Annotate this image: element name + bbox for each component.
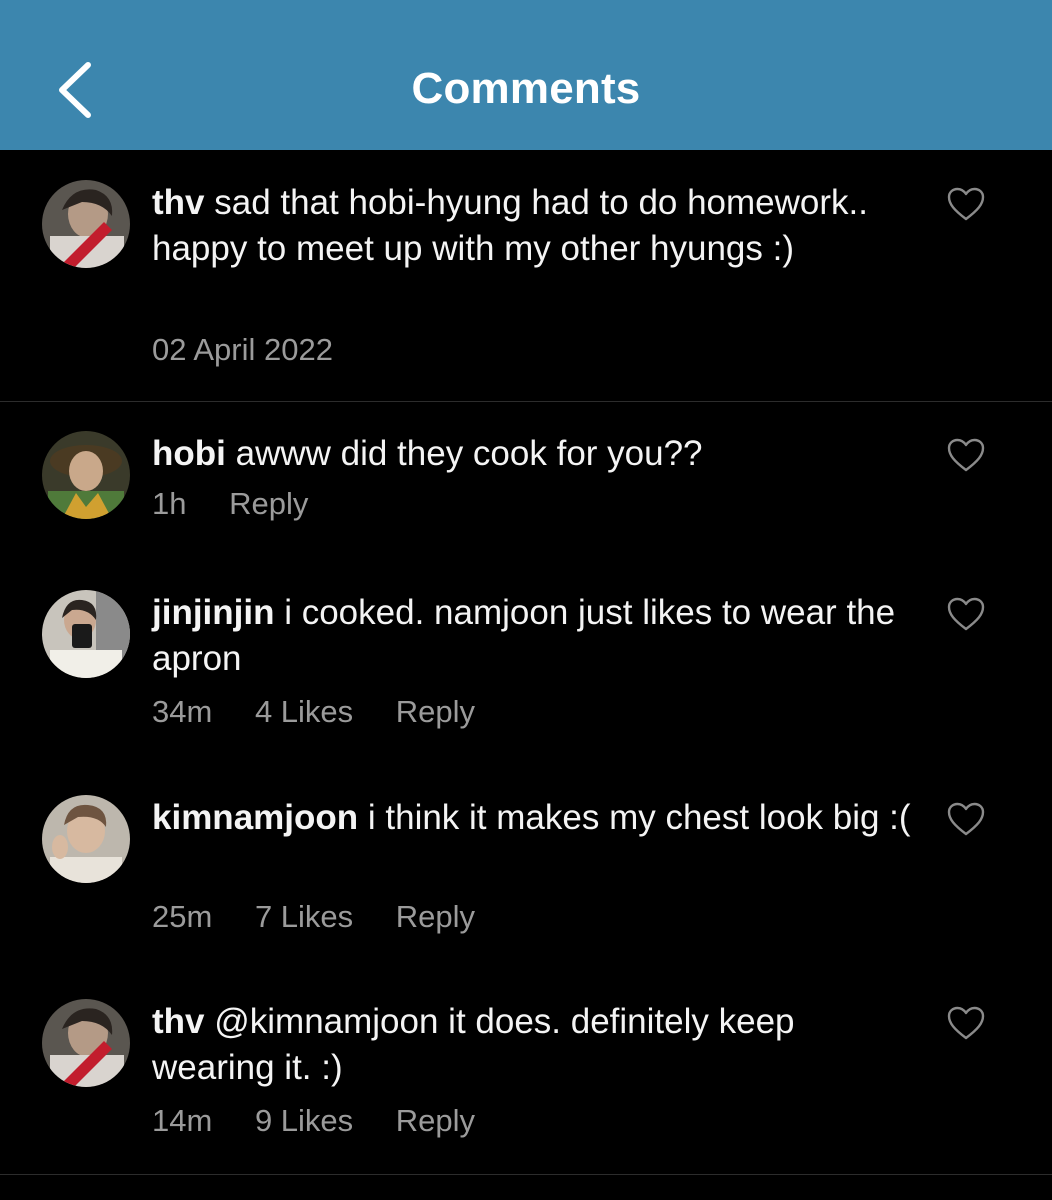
comment-timestamp: 34m: [152, 694, 213, 729]
reply-button[interactable]: Reply: [229, 486, 308, 522]
like-button[interactable]: [946, 596, 986, 632]
comment-username[interactable]: kimnamjoon: [152, 798, 358, 837]
comment-body: hobi awww did they cook for you??: [152, 431, 912, 477]
comment-text: awww did they cook for you??: [235, 434, 703, 473]
comment-text: i think it makes my chest look big :(: [367, 798, 911, 837]
comment-timestamp: 1h: [152, 486, 187, 521]
likes-count[interactable]: 9 Likes: [255, 1103, 353, 1139]
reply-button[interactable]: Reply: [396, 1103, 475, 1139]
comment-meta: 1h Reply: [152, 486, 342, 522]
like-button[interactable]: [946, 186, 986, 222]
heart-icon: [947, 802, 985, 836]
comment-meta: 25m 7 Likes Reply: [152, 899, 509, 935]
like-button[interactable]: [946, 1005, 986, 1041]
heart-icon: [947, 597, 985, 631]
comment-timestamp: 25m: [152, 899, 213, 934]
reply-button[interactable]: Reply: [396, 694, 475, 730]
comment-text: @kimnamjoon it does. definitely keep wea…: [152, 1002, 795, 1087]
page-title: Comments: [411, 64, 641, 113]
comment-username[interactable]: jinjinjin: [152, 593, 274, 632]
comments-list: thv sad that hobi-hyung had to do homewo…: [0, 150, 1052, 1200]
comment-username[interactable]: thv: [152, 1002, 205, 1041]
comment-meta: 34m 4 Likes Reply: [152, 694, 509, 730]
comment-meta: 02 April 2022: [152, 332, 367, 368]
user-avatar[interactable]: [42, 431, 130, 519]
comment-text: sad that hobi-hyung had to do homework..…: [152, 183, 868, 268]
comment-body: jinjinjin i cooked. namjoon just likes t…: [152, 590, 912, 682]
user-avatar[interactable]: [42, 180, 130, 268]
like-button[interactable]: [946, 437, 986, 473]
likes-count[interactable]: 4 Likes: [255, 694, 353, 730]
heart-icon: [947, 1006, 985, 1040]
heart-icon: [947, 438, 985, 472]
comment-username[interactable]: hobi: [152, 434, 226, 473]
comment-timestamp: 02 April 2022: [152, 332, 333, 367]
user-avatar[interactable]: [42, 999, 130, 1087]
comment-body: thv sad that hobi-hyung had to do homewo…: [152, 180, 912, 272]
user-avatar[interactable]: [42, 590, 130, 678]
heart-icon: [947, 187, 985, 221]
comment-meta: 14m 9 Likes Reply: [152, 1103, 509, 1139]
comment-timestamp: 14m: [152, 1103, 213, 1138]
divider: [0, 401, 1052, 402]
comment-body: thv @kimnamjoon it does. definitely keep…: [152, 999, 912, 1091]
comment-body: kimnamjoon i think it makes my chest loo…: [152, 795, 912, 841]
comment-username[interactable]: thv: [152, 183, 205, 222]
user-avatar[interactable]: [42, 795, 130, 883]
reply-button[interactable]: Reply: [396, 899, 475, 935]
likes-count[interactable]: 7 Likes: [255, 899, 353, 935]
divider: [0, 1174, 1052, 1175]
like-button[interactable]: [946, 801, 986, 837]
header-bar: Comments: [0, 0, 1052, 150]
